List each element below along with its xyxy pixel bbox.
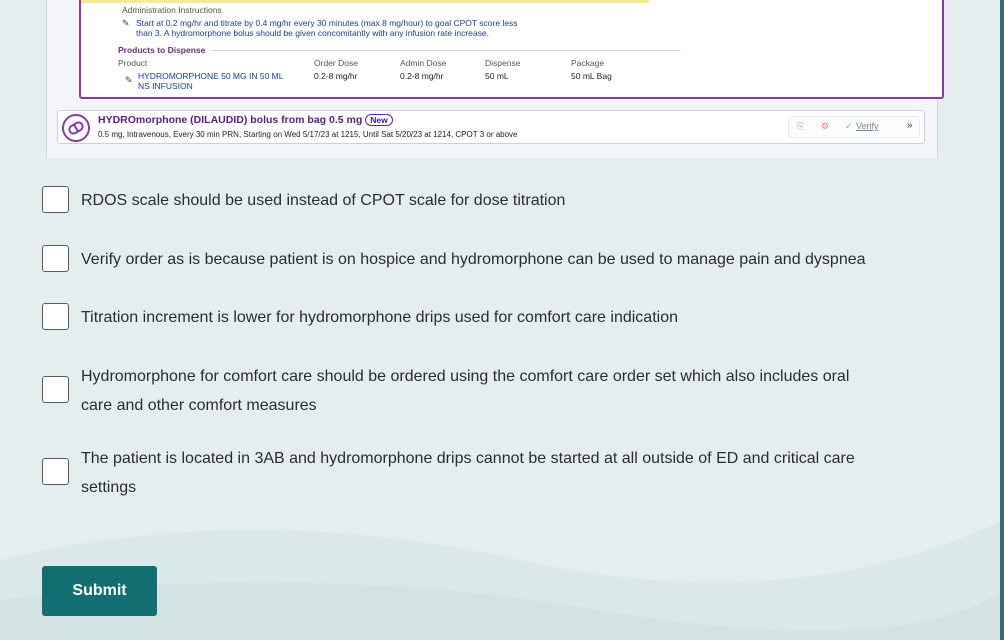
copy-icon[interactable]: ⎘ (797, 121, 804, 132)
option-2-checkbox[interactable] (42, 245, 69, 272)
check-icon: ✓ (845, 121, 853, 131)
option-1-line1: RDOS scale should be used instead of CPO… (81, 192, 566, 209)
option-3-checkbox[interactable] (42, 303, 69, 330)
option-1-text: RDOS scale should be used instead of CPO… (81, 186, 565, 215)
admin-dose-value: 0.2-8 mg/hr (400, 71, 444, 81)
option-1-checkbox[interactable] (42, 186, 69, 213)
col-order-dose: Order Dose (314, 58, 358, 68)
settings-icon[interactable]: ⚙ (821, 121, 829, 132)
product-line2: NS INFUSION (138, 81, 193, 91)
admin-instructions-line2: than 3. A hydromorphone bolus should be … (136, 28, 489, 38)
option-4-checkbox[interactable] (42, 376, 69, 403)
pencil-icon: ✎ (125, 75, 133, 85)
col-admin-dose: Admin Dose (400, 58, 447, 68)
option-4-text: Hydromorphone for comfort care should be… (81, 362, 849, 420)
dispense-value: 50 mL (485, 71, 509, 81)
option-3-line1: Titration increment is lower for hydromo… (81, 309, 678, 326)
bolus-action-bar: ⎘ ⚙ ✓ Verify » (788, 116, 920, 138)
col-dispense: Dispense (485, 58, 521, 68)
verify-link[interactable]: Verify (856, 121, 879, 131)
option-2-text: Verify order as is because patient is on… (81, 245, 866, 274)
bolus-title-text: HYDROmorphone (DILAUDID) bolus from bag … (98, 114, 363, 126)
bolus-order-row: HYDROmorphone (DILAUDID) bolus from bag … (57, 110, 925, 144)
option-5-text: The patient is located in 3AB and hydrom… (81, 444, 855, 502)
admin-instructions-label: Administration Instructions (122, 5, 222, 15)
admin-instructions-text: ✎ Start at 0.2 mg/hr and titrate by 0.4 … (122, 18, 576, 38)
option-4-line1: Hydromorphone for comfort care should be… (81, 368, 850, 385)
option-4-line2: care and other comfort measures (81, 397, 317, 414)
product-line1: HYDROMORPHONE 50 MG IN 50 ML (138, 71, 284, 81)
product-value: ✎ HYDROMORPHONE 50 MG IN 50 ML NS INFUSI… (125, 71, 308, 91)
scrollbar[interactable] (1000, 0, 1004, 640)
divider (211, 50, 681, 51)
bolus-details: 0.5 mg, Intravenous, Every 30 min PRN, S… (98, 130, 518, 139)
products-to-dispense-label: Products to Dispense (118, 45, 206, 55)
submit-button[interactable]: Submit (42, 566, 157, 616)
option-5-line2: settings (81, 479, 137, 496)
bolus-title: HYDROmorphone (DILAUDID) bolus from bag … (98, 114, 393, 126)
package-value: 50 mL Bag (571, 71, 612, 81)
double-chevron-icon[interactable]: » (907, 120, 913, 131)
admin-instructions-line1: Start at 0.2 mg/hr and titrate by 0.4 mg… (136, 18, 518, 28)
new-badge: New (365, 114, 393, 126)
order-box-highlight (81, 0, 649, 3)
option-5-line1: The patient is located in 3AB and hydrom… (81, 450, 855, 467)
order-details-box: Administration Instructions ✎ Start at 0… (79, 0, 944, 99)
order-dose-value: 0.2-8 mg/hr (314, 71, 358, 81)
option-5-checkbox[interactable] (42, 458, 69, 485)
col-product: Product (118, 58, 148, 68)
option-2-line1: Verify order as is because patient is on… (81, 251, 866, 268)
col-package: Package (571, 58, 605, 68)
pencil-icon: ✎ (122, 18, 130, 28)
order-box-blank-area (649, 0, 942, 97)
pill-icon (62, 114, 90, 142)
option-3-text: Titration increment is lower for hydromo… (81, 303, 678, 332)
order-screenshot-panel: Administration Instructions ✎ Start at 0… (46, 0, 944, 158)
